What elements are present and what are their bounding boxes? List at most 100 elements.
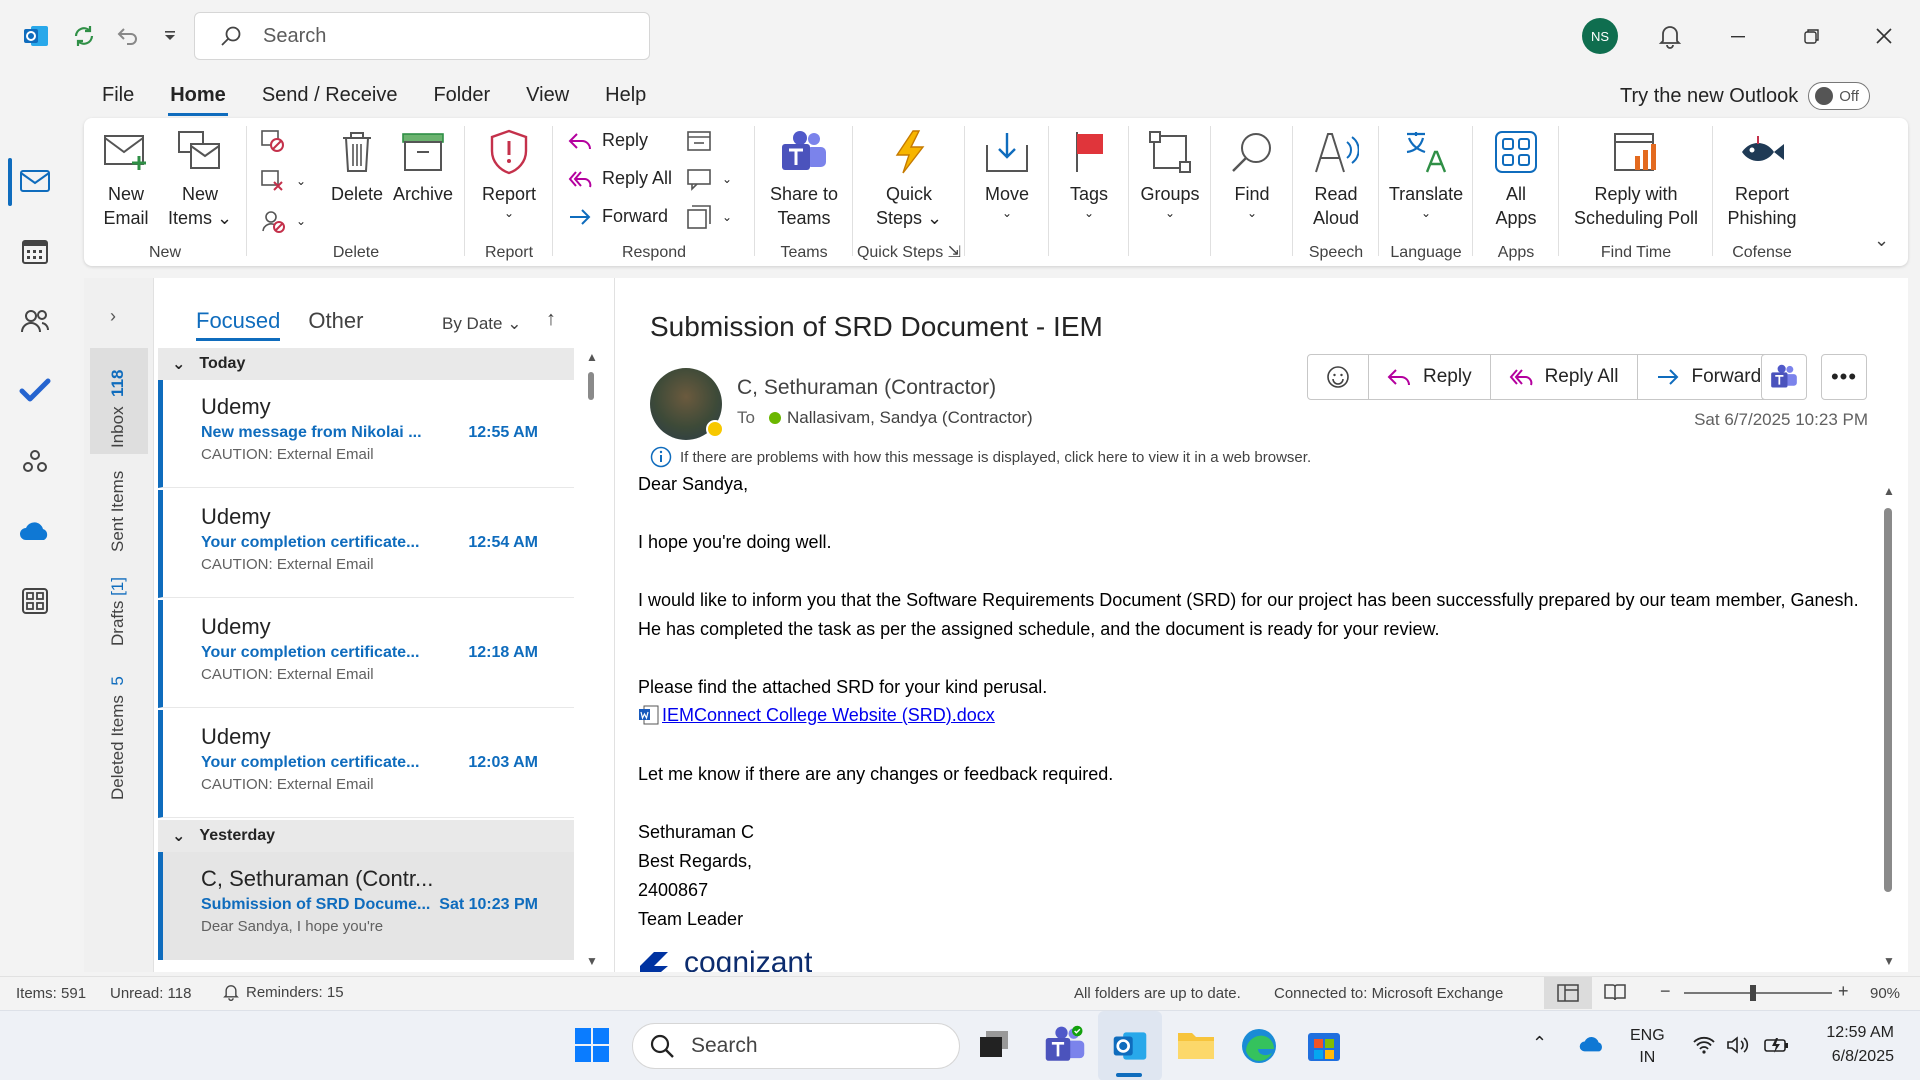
more-apps-icon[interactable]	[12, 578, 58, 624]
edge-browser-icon[interactable]	[1240, 1027, 1278, 1070]
read-aloud-button[interactable]: Read Aloud	[1300, 126, 1372, 230]
group-header-today[interactable]: ⌄ Today	[158, 348, 574, 380]
info-bar[interactable]: If there are problems with how this mess…	[650, 446, 1311, 468]
scroll-up-arrow-icon[interactable]: ▲	[1883, 484, 1895, 498]
zoom-slider-thumb[interactable]	[1750, 985, 1756, 1001]
reading-view-icon[interactable]	[1604, 983, 1626, 1005]
taskbar-search[interactable]: Search	[632, 1023, 960, 1069]
people-icon[interactable]	[12, 298, 58, 344]
restore-icon[interactable]	[1796, 20, 1828, 52]
todo-icon[interactable]	[12, 368, 58, 414]
close-icon[interactable]	[1868, 20, 1900, 52]
onedrive-tray-icon[interactable]	[1578, 1035, 1606, 1058]
account-avatar[interactable]: NS	[1582, 18, 1618, 54]
outlook-taskbar-icon[interactable]	[1110, 1027, 1150, 1070]
ignore-button[interactable]	[260, 128, 286, 154]
tab-help[interactable]: Help	[603, 80, 648, 116]
report-phishing-button[interactable]: Report Phishing	[1722, 126, 1802, 230]
teams-taskbar-icon[interactable]	[1044, 1025, 1086, 1070]
folder-inbox[interactable]: Inbox 118	[108, 370, 128, 448]
reading-pane-scrollbar[interactable]: ▲ ▼	[1881, 484, 1895, 968]
new-email-button[interactable]: New Email	[94, 126, 158, 230]
calendar-icon[interactable]	[12, 228, 58, 274]
system-clock[interactable]: 12:59 AM 6/8/2025	[1804, 1021, 1894, 1069]
tab-view[interactable]: View	[524, 80, 571, 116]
tab-other[interactable]: Other	[308, 308, 363, 341]
all-apps-button[interactable]: All Apps	[1482, 126, 1550, 230]
volume-icon[interactable]	[1726, 1035, 1750, 1060]
reply-button[interactable]: Reply	[1369, 355, 1491, 399]
teams-chat-button[interactable]	[1761, 354, 1807, 400]
share-to-teams-button[interactable]: Share to Teams	[760, 126, 848, 230]
customize-toolbar-icon[interactable]	[154, 20, 186, 52]
battery-icon[interactable]	[1764, 1035, 1790, 1060]
scroll-down-arrow-icon[interactable]: ▼	[586, 954, 598, 968]
tab-send-receive[interactable]: Send / Receive	[260, 80, 400, 116]
status-reminders[interactable]: Reminders: 15	[222, 983, 344, 1001]
scroll-thumb[interactable]	[1884, 508, 1892, 892]
expand-folder-pane-chevron-icon[interactable]: ›	[110, 306, 116, 327]
junk-button[interactable]: ⌄	[260, 208, 306, 234]
im-reply-button[interactable]: ⌄	[686, 166, 732, 192]
list-item-selected[interactable]: C, Sethuraman (Contr... Submission of SR…	[158, 852, 574, 960]
tab-focused[interactable]: Focused	[196, 308, 281, 341]
list-item[interactable]: Udemy Your completion certificate... 12:1…	[158, 600, 574, 708]
minimize-icon[interactable]	[1722, 20, 1754, 52]
list-item[interactable]: Udemy Your completion certificate... 12:0…	[158, 710, 574, 818]
notification-bell-icon[interactable]	[1654, 20, 1686, 52]
tags-button[interactable]: Tags ⌄	[1056, 126, 1122, 220]
windows-start-icon[interactable]	[574, 1027, 610, 1068]
zoom-slider[interactable]	[1684, 985, 1832, 1001]
mail-icon[interactable]	[12, 158, 58, 204]
new-items-button[interactable]: New Items ⌄	[164, 126, 236, 230]
sync-icon[interactable]	[68, 20, 100, 52]
language-indicator[interactable]: ENG IN	[1630, 1025, 1665, 1069]
sender-name[interactable]: C, Sethuraman (Contractor)	[737, 376, 996, 400]
cleanup-button[interactable]: ⌄	[260, 168, 306, 194]
scheduling-poll-button[interactable]: Reply with Scheduling Poll	[1564, 126, 1708, 230]
sort-by-date[interactable]: By Date ⌄	[442, 314, 521, 334]
more-options-icon[interactable]: •••	[1821, 354, 1867, 400]
tab-home[interactable]: Home	[168, 80, 228, 116]
folder-drafts[interactable]: Drafts [1]	[108, 577, 128, 646]
zoom-out-icon[interactable]: −	[1660, 981, 1671, 1002]
scroll-down-arrow-icon[interactable]: ▼	[1883, 954, 1895, 968]
microsoft-store-icon[interactable]	[1306, 1027, 1342, 1068]
groups-icon[interactable]	[12, 438, 58, 484]
more-respond-button[interactable]: ⌄	[686, 204, 732, 230]
list-item[interactable]: Udemy New message from Nikolai ... 12:55 …	[158, 380, 574, 488]
recipient-name[interactable]: Nallasivam, Sandya (Contractor)	[787, 408, 1033, 428]
forward-button[interactable]: Forward	[1638, 355, 1780, 399]
find-button[interactable]: Find ⌄	[1218, 126, 1286, 220]
folder-deleted-items[interactable]: Deleted Items 5	[108, 676, 128, 800]
scroll-thumb[interactable]	[588, 372, 594, 400]
reaction-button[interactable]	[1308, 355, 1369, 399]
report-button[interactable]: Report ⌄	[474, 126, 544, 220]
tab-file[interactable]: File	[100, 80, 136, 116]
tab-folder[interactable]: Folder	[431, 80, 492, 116]
task-view-icon[interactable]	[978, 1029, 1010, 1064]
ribbon-forward-button[interactable]: Forward	[568, 206, 668, 227]
message-list-scrollbar[interactable]: ▲ ▼	[584, 348, 598, 968]
zoom-in-icon[interactable]: +	[1838, 981, 1849, 1002]
group-header-yesterday[interactable]: ⌄ Yesterday	[158, 820, 574, 852]
ribbon-reply-all-button[interactable]: Reply All	[568, 168, 672, 189]
archive-button[interactable]: Archive	[390, 126, 456, 206]
dialog-launcher-icon[interactable]: ⇲	[948, 244, 961, 261]
file-explorer-icon[interactable]	[1176, 1027, 1216, 1068]
normal-view-icon[interactable]	[1544, 977, 1592, 1009]
reply-all-button[interactable]: Reply All	[1491, 355, 1638, 399]
move-button[interactable]: Move ⌄	[972, 126, 1042, 220]
attachment-link[interactable]: IEMConnect College Website (SRD).docx	[638, 704, 995, 726]
meeting-reply-button[interactable]	[686, 128, 712, 154]
attachment-name[interactable]: IEMConnect College Website (SRD).docx	[662, 705, 995, 726]
show-hidden-icons-chevron-icon[interactable]: ⌃	[1532, 1033, 1547, 1054]
sort-direction-arrow-icon[interactable]: ↑	[546, 308, 556, 331]
list-item[interactable]: Udemy Your completion certificate... 12:5…	[158, 490, 574, 598]
ribbon-reply-button[interactable]: Reply	[568, 130, 648, 151]
groups-button[interactable]: Groups ⌄	[1136, 126, 1204, 220]
onedrive-icon[interactable]	[12, 508, 58, 554]
folder-sent-items[interactable]: Sent Items	[108, 471, 128, 552]
quick-steps-button[interactable]: Quick Steps ⌄	[864, 126, 954, 230]
ribbon-collapse-chevron-icon[interactable]: ⌄	[1874, 230, 1889, 251]
